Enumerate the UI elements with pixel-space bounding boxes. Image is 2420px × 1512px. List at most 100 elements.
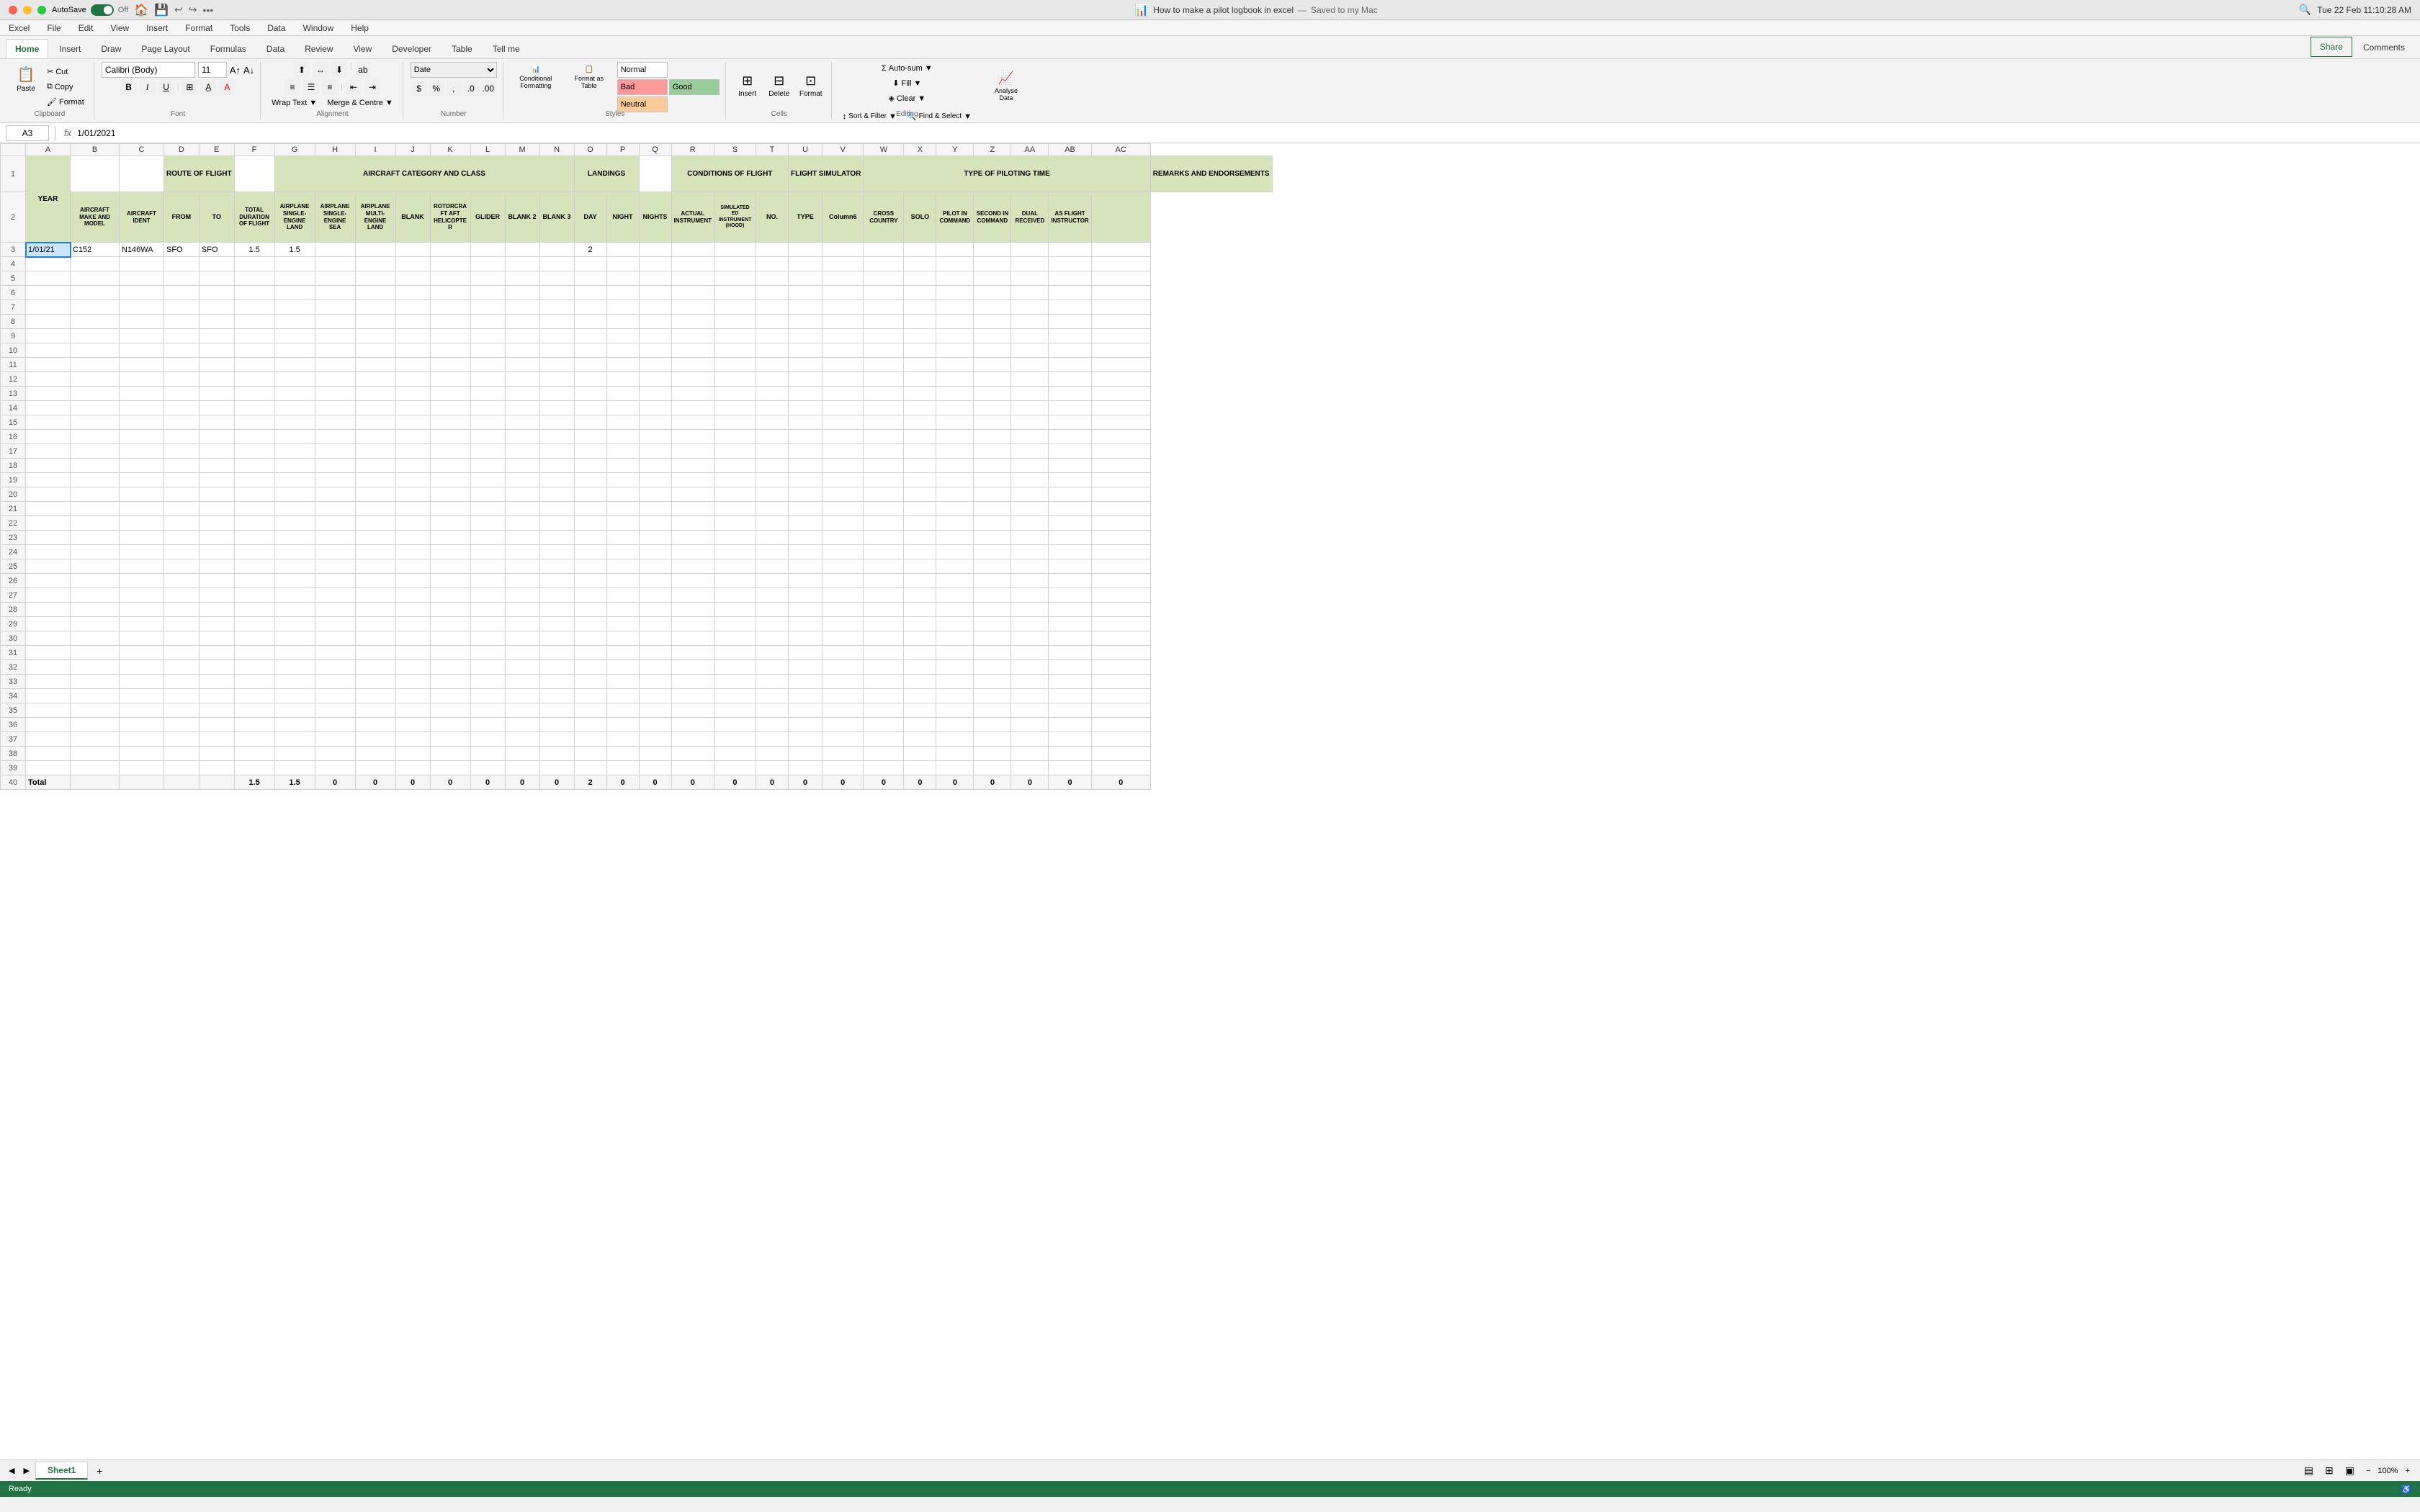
cell-r19-c22[interactable] <box>864 473 904 487</box>
cell-r33-c20[interactable] <box>788 675 822 689</box>
cell-r17-c20[interactable] <box>788 444 822 459</box>
cell-r7-c5[interactable] <box>234 300 274 315</box>
cell-r22-c16[interactable] <box>639 516 671 531</box>
cell-r23-c21[interactable] <box>823 531 864 545</box>
col-K-header[interactable]: K <box>430 144 470 156</box>
cell-r37-c18[interactable] <box>714 732 756 747</box>
cell-r9-c26[interactable] <box>1011 329 1049 343</box>
cell-r9-c10[interactable] <box>430 329 470 343</box>
cell-r6-c23[interactable] <box>904 286 936 300</box>
cell-r32-c3[interactable] <box>164 660 200 675</box>
aircraft-cat-header[interactable]: AIRCRAFT CATEGORY AND CLASS <box>274 156 574 192</box>
cell-r11-c10[interactable] <box>430 358 470 372</box>
cell-r28-c13[interactable] <box>539 603 574 617</box>
cell-r23-c8[interactable] <box>355 531 395 545</box>
cell-r28-c12[interactable] <box>505 603 539 617</box>
cell-r34-c8[interactable] <box>355 689 395 703</box>
cell-r30-c13[interactable] <box>539 631 574 646</box>
cell-r16-c24[interactable] <box>936 430 974 444</box>
cell-r35-c0[interactable] <box>26 703 71 718</box>
cell-r8-c28[interactable] <box>1091 315 1150 329</box>
cell-r7-c7[interactable] <box>315 300 355 315</box>
cell-r20-c17[interactable] <box>671 487 714 502</box>
cell-r12-c12[interactable] <box>505 372 539 387</box>
cell-r6-c11[interactable] <box>470 286 505 300</box>
cell-r11-c0[interactable] <box>26 358 71 372</box>
cell-r16-c11[interactable] <box>470 430 505 444</box>
cell-G3[interactable]: 1.5 <box>274 243 315 257</box>
cell-r32-c18[interactable] <box>714 660 756 675</box>
cell-r18-c21[interactable] <box>823 459 864 473</box>
cell-r13-c1[interactable] <box>71 387 120 401</box>
cell-r12-c0[interactable] <box>26 372 71 387</box>
cell-r31-c20[interactable] <box>788 646 822 660</box>
cell-r33-c11[interactable] <box>470 675 505 689</box>
cell-r26-c19[interactable] <box>756 574 788 588</box>
cell-r22-c2[interactable] <box>120 516 164 531</box>
cell-r26-c5[interactable] <box>234 574 274 588</box>
cell-r33-c25[interactable] <box>974 675 1011 689</box>
col-AB-header[interactable]: AB <box>1049 144 1091 156</box>
cell-r7-c0[interactable] <box>26 300 71 315</box>
cell-M3[interactable] <box>505 243 539 257</box>
cell-r18-c24[interactable] <box>936 459 974 473</box>
cell-r33-c9[interactable] <box>395 675 430 689</box>
cell-r37-c16[interactable] <box>639 732 671 747</box>
cell-r30-c4[interactable] <box>199 631 234 646</box>
cell-r38-c12[interactable] <box>505 747 539 761</box>
cell-r30-c2[interactable] <box>120 631 164 646</box>
cell-r6-c14[interactable] <box>574 286 606 300</box>
cell-r17-c1[interactable] <box>71 444 120 459</box>
cell-r26-c17[interactable] <box>671 574 714 588</box>
cell-X3[interactable] <box>904 243 936 257</box>
year-header[interactable]: YEAR <box>26 156 71 243</box>
cell-r24-c4[interactable] <box>199 545 234 559</box>
cell-r8-c6[interactable] <box>274 315 315 329</box>
cell-r26-c2[interactable] <box>120 574 164 588</box>
cell-r32-c1[interactable] <box>71 660 120 675</box>
cell-r20-c10[interactable] <box>430 487 470 502</box>
cell-r27-c5[interactable] <box>234 588 274 603</box>
cell-r16-c14[interactable] <box>574 430 606 444</box>
cell-r13-c15[interactable] <box>606 387 639 401</box>
cell-U3[interactable] <box>788 243 822 257</box>
cell-r12-c16[interactable] <box>639 372 671 387</box>
cell-r4-c8[interactable] <box>355 257 395 271</box>
cell-r5-c7[interactable] <box>315 271 355 286</box>
cell-r16-c6[interactable] <box>274 430 315 444</box>
cell-r13-c2[interactable] <box>120 387 164 401</box>
cell-r23-c12[interactable] <box>505 531 539 545</box>
cell-r4-c6[interactable] <box>274 257 315 271</box>
cell-r15-c7[interactable] <box>315 415 355 430</box>
cell-r17-c6[interactable] <box>274 444 315 459</box>
cell-r24-c19[interactable] <box>756 545 788 559</box>
cell-r38-c18[interactable] <box>714 747 756 761</box>
cell-r18-c1[interactable] <box>71 459 120 473</box>
cell-r14-c6[interactable] <box>274 401 315 415</box>
autosave-toggle[interactable] <box>91 4 114 16</box>
cell-r18-c5[interactable] <box>234 459 274 473</box>
cell-r35-c4[interactable] <box>199 703 234 718</box>
cell-r22-c21[interactable] <box>823 516 864 531</box>
cell-r6-c26[interactable] <box>1011 286 1049 300</box>
cell-r8-c4[interactable] <box>199 315 234 329</box>
cell-r28-c7[interactable] <box>315 603 355 617</box>
cell-r15-c26[interactable] <box>1011 415 1049 430</box>
cell-r21-c18[interactable] <box>714 502 756 516</box>
cell-r24-c12[interactable] <box>505 545 539 559</box>
cell-r6-c2[interactable] <box>120 286 164 300</box>
cell-r22-c24[interactable] <box>936 516 974 531</box>
cell-r6-c27[interactable] <box>1049 286 1091 300</box>
cell-r31-c5[interactable] <box>234 646 274 660</box>
cell-r25-c15[interactable] <box>606 559 639 574</box>
cell-r7-c12[interactable] <box>505 300 539 315</box>
cell-r37-c4[interactable] <box>199 732 234 747</box>
cell-r36-c6[interactable] <box>274 718 315 732</box>
cell-r8-c2[interactable] <box>120 315 164 329</box>
cell-Y3[interactable] <box>936 243 974 257</box>
cell-r25-c9[interactable] <box>395 559 430 574</box>
cell-r16-c18[interactable] <box>714 430 756 444</box>
cell-r30-c18[interactable] <box>714 631 756 646</box>
total-K[interactable]: 0 <box>430 775 470 790</box>
cell-r25-c18[interactable] <box>714 559 756 574</box>
